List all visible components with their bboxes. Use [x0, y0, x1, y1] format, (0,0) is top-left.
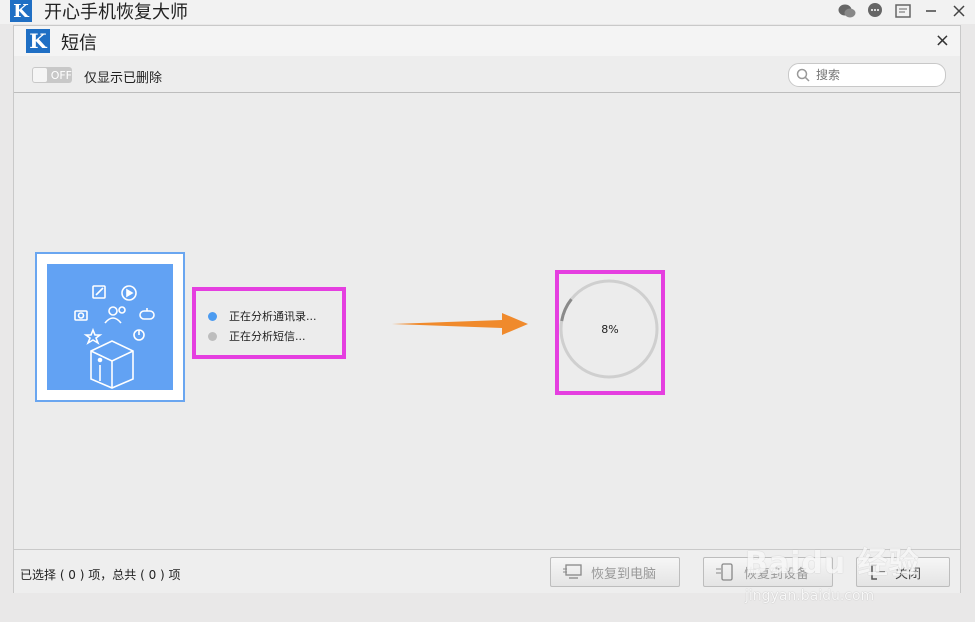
- app-title: 开心手机恢复大师: [44, 2, 188, 23]
- progress-arc: [560, 298, 573, 322]
- dialog-toolbar: OFF 仅显示已删除: [14, 56, 960, 93]
- analysis-area: 正在分析通讯录... 正在分析短信... 8%: [14, 93, 960, 549]
- search-icon: [796, 68, 810, 82]
- toggle-state: OFF: [50, 68, 72, 82]
- watermark-url: jingyan.baidu.com: [745, 588, 875, 604]
- computer-icon: [563, 564, 582, 579]
- messages-dialog: K 短信 × OFF 仅显示已删除 搜索 正在分析通讯录... 正在分析短信..…: [13, 25, 961, 593]
- status-row-contacts: 正在分析通讯录...: [208, 308, 317, 324]
- feedback-icon[interactable]: [893, 1, 913, 21]
- recovery-illustration-icon: [74, 285, 155, 389]
- search-input[interactable]: [814, 67, 938, 83]
- wechat-icon[interactable]: [837, 1, 857, 21]
- dialog-title: 短信: [61, 33, 97, 54]
- deleted-only-toggle[interactable]: OFF: [32, 67, 72, 83]
- analysis-status-box: 正在分析通讯录... 正在分析短信...: [192, 287, 346, 359]
- chat-icon[interactable]: [865, 1, 885, 21]
- dialog-titlebar: K 短信 ×: [14, 26, 960, 56]
- status-dot-pending: [208, 331, 217, 341]
- status-contacts-label: 正在分析通讯录...: [229, 310, 317, 323]
- bottom-strip: [0, 622, 975, 633]
- device-tile: [47, 264, 173, 390]
- status-dot-active: [208, 311, 217, 321]
- toggle-label: 仅显示已删除: [84, 71, 163, 86]
- app-titlebar: K 开心手机恢复大师: [0, 0, 975, 24]
- status-messages-label: 正在分析短信...: [229, 330, 306, 343]
- restore-to-computer-button[interactable]: 恢复到电脑: [550, 557, 680, 587]
- toggle-knob: [33, 68, 47, 82]
- phone-icon: [716, 563, 733, 581]
- app-close-icon[interactable]: [949, 1, 969, 21]
- arrow-right-icon: [392, 313, 528, 335]
- status-row-messages: 正在分析短信...: [208, 328, 306, 344]
- app-logo: K: [10, 0, 32, 22]
- progress-percent: 8%: [601, 323, 619, 336]
- search-box[interactable]: [788, 63, 946, 87]
- dialog-logo: K: [26, 29, 50, 53]
- watermark-brand: Baidu 经验: [745, 546, 920, 581]
- progress-box: 8%: [555, 270, 665, 395]
- baidu-watermark: Baidu 经验 jingyan.baidu.com: [745, 528, 945, 612]
- minimize-icon[interactable]: [921, 1, 941, 21]
- selection-count: 已选择 ( 0 ) 项，总共 ( 0 ) 项: [20, 568, 181, 582]
- restore-to-computer-label: 恢复到电脑: [591, 566, 657, 582]
- dialog-close-button[interactable]: ×: [935, 30, 950, 51]
- titlebar-icons: [837, 0, 969, 22]
- device-frame: [35, 252, 185, 402]
